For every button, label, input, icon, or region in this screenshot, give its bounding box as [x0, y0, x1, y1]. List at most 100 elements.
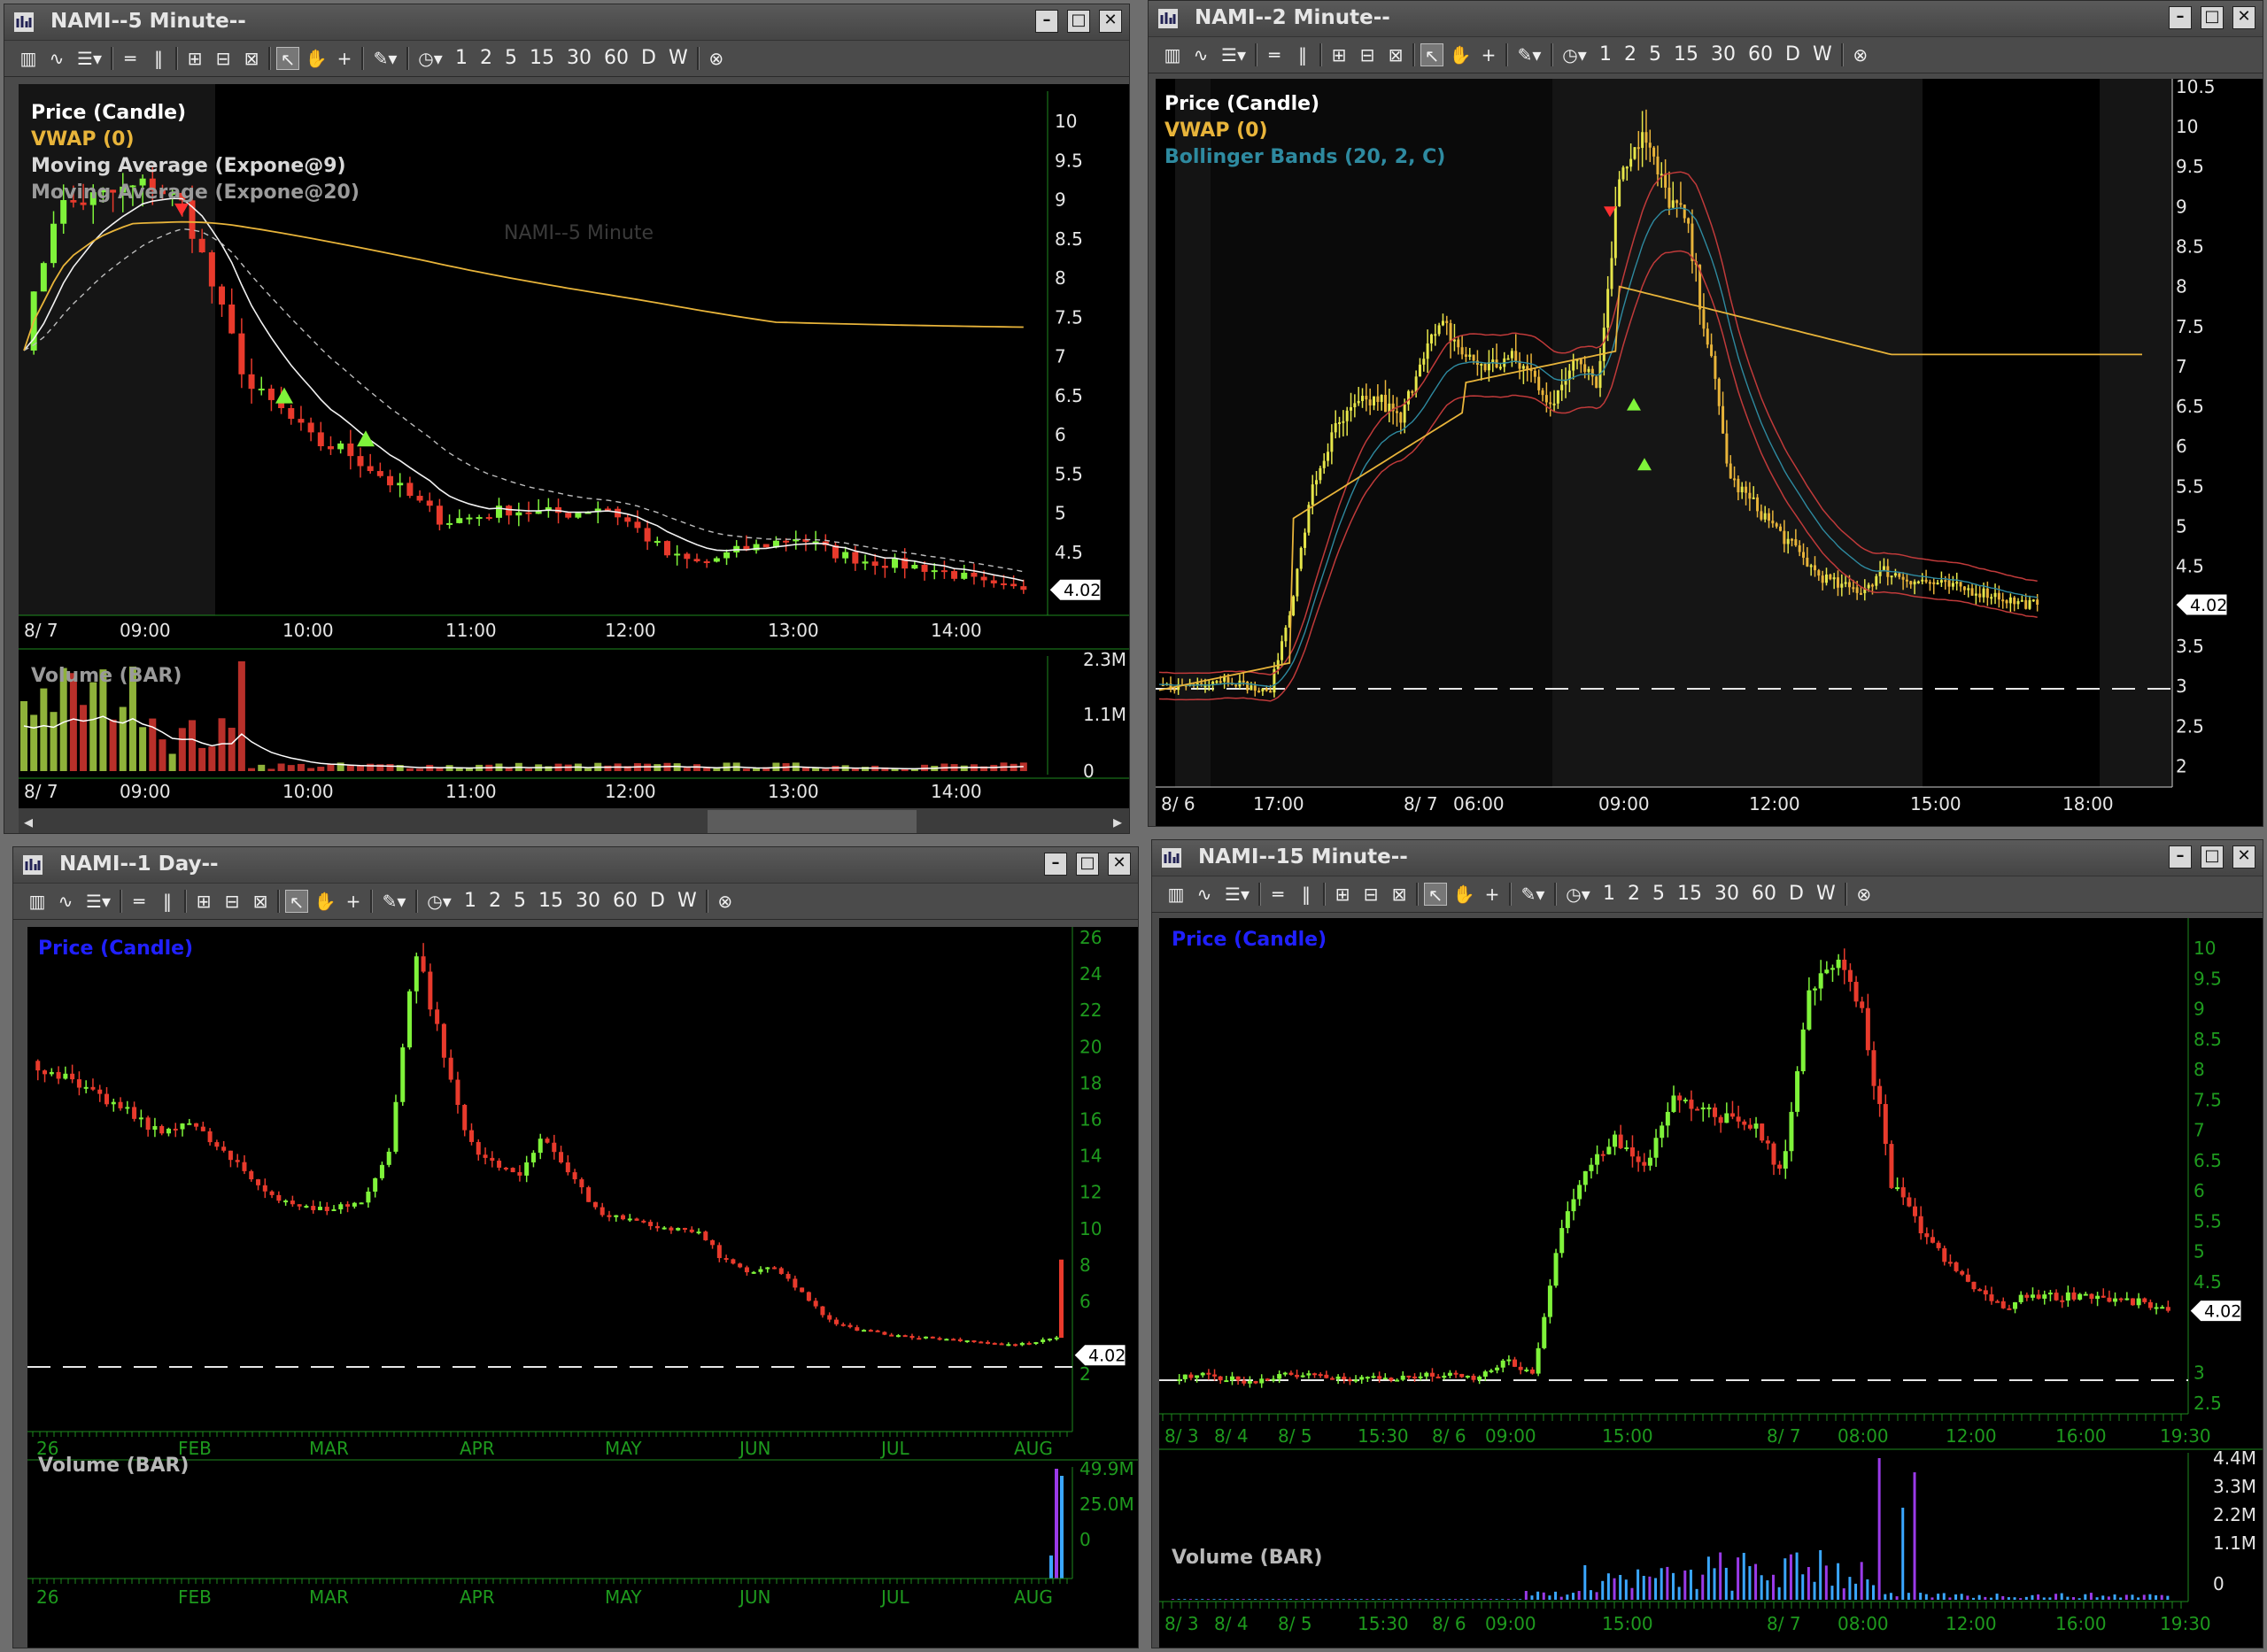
timeframe-button-2[interactable]: 2 [485, 890, 505, 913]
indicator-menu-icon[interactable]: ☰▾ [1221, 883, 1253, 906]
timeframe-button-W[interactable]: W [674, 890, 700, 913]
timeframe-button-1[interactable]: 1 [460, 890, 480, 913]
crosshair-icon[interactable]: + [342, 890, 365, 913]
timeframe-button-5[interactable]: 5 [1645, 43, 1665, 66]
close-button[interactable]: ✕ [1099, 10, 1122, 33]
crosshair-icon[interactable]: + [1477, 43, 1500, 66]
price-chart-2min[interactable]: 10.5 10 9.5 9 8.5 8 7.5 7 6.5 6 5.5 5 4.5 3.5 3 2.5 2 8/ … [1156, 79, 2263, 827]
clock-icon[interactable]: ◷▾ [1559, 43, 1590, 66]
timeframe-button-15[interactable]: 15 [526, 47, 558, 70]
cancel-all-icon[interactable]: ⊗ [1853, 883, 1876, 906]
timeframe-button-5[interactable]: 5 [1649, 883, 1668, 906]
timeframe-button-1[interactable]: 1 [1596, 43, 1615, 66]
timeframe-button-30[interactable]: 30 [1711, 883, 1743, 906]
crosshair-icon[interactable]: + [1481, 883, 1504, 906]
window-titlebar[interactable]: NAMI--1 Day-- – □ ✕ [13, 847, 1138, 884]
maximize-button[interactable]: □ [1067, 10, 1090, 33]
hand-icon[interactable]: ✋ [1449, 43, 1472, 66]
price-panel[interactable]: 10 9.5 9 8.5 8 7.5 7 6.5 6 5.5 5 4.5 3 2.5 8/ 3 8/ 4 8/ … [1159, 918, 2263, 1648]
chart-window-2min[interactable]: NAMI--2 Minute-- – □ ✕ ▥ ∿ ☰▾ ═ ‖ ⊞ ⊟ ⊠ ↖ ✋ + ✎▾ ◷▾ 1 2 5… [1148, 0, 2263, 827]
vertical-lines-icon[interactable]: ‖ [156, 890, 179, 913]
zoom-fit-icon[interactable]: ⊠ [1388, 883, 1411, 906]
horizontal-lines-icon[interactable]: ═ [119, 47, 142, 70]
pointer-icon[interactable]: ↖ [285, 890, 308, 913]
window-titlebar[interactable]: NAMI--5 Minute-- – □ ✕ [4, 4, 1129, 41]
zoom-out-icon[interactable]: ⊟ [221, 890, 244, 913]
clock-icon[interactable]: ◷▾ [414, 47, 446, 70]
zoom-in-icon[interactable]: ⊞ [192, 890, 215, 913]
pencil-icon[interactable]: ✎▾ [369, 47, 401, 70]
minimize-button[interactable]: – [1044, 853, 1067, 876]
cancel-all-icon[interactable]: ⊗ [714, 890, 737, 913]
close-button[interactable]: ✕ [2232, 6, 2255, 29]
timeframe-button-5[interactable]: 5 [510, 890, 530, 913]
maximize-button[interactable]: □ [2201, 845, 2224, 868]
timeframe-button-W[interactable]: W [665, 47, 692, 70]
hand-icon[interactable]: ✋ [1452, 883, 1475, 906]
vertical-lines-icon[interactable]: ‖ [147, 47, 170, 70]
hand-icon[interactable]: ✋ [313, 890, 337, 913]
horizontal-lines-icon[interactable]: ═ [128, 890, 151, 913]
chart-window-15min[interactable]: NAMI--15 Minute-- – □ ✕ ▥ ∿ ☰▾ ═ ‖ ⊞ ⊟ ⊠ ↖ ✋ + ✎▾ ◷▾ 1 2… [1151, 839, 2263, 1648]
cancel-all-icon[interactable]: ⊗ [1849, 43, 1872, 66]
chart-type-icon[interactable]: ▥ [1164, 883, 1188, 906]
timeframe-button-15[interactable]: 15 [535, 890, 567, 913]
window-titlebar[interactable]: NAMI--2 Minute-- – □ ✕ [1149, 1, 2263, 37]
timeframe-button-15[interactable]: 15 [1674, 883, 1706, 906]
minimize-button[interactable]: – [1035, 10, 1058, 33]
pointer-icon[interactable]: ↖ [1420, 43, 1443, 66]
timeframe-button-D[interactable]: D [1785, 883, 1807, 906]
line-style-icon[interactable]: ∿ [1193, 883, 1216, 906]
close-button[interactable]: ✕ [2232, 845, 2255, 868]
chart-window-1day[interactable]: NAMI--1 Day-- – □ ✕ ▥ ∿ ☰▾ ═ ‖ ⊞ ⊟ ⊠ ↖ ✋ + ✎▾ ◷▾ 1 2 5 15 3… [12, 846, 1139, 1648]
chart-type-icon[interactable]: ▥ [1161, 43, 1184, 66]
price-panel[interactable]: 10 9.5 9 8.5 8 7.5 7 6.5 6 5.5 5 4.5 8/ 7 09:00 10:00 1… [19, 84, 1129, 833]
timeframe-button-1[interactable]: 1 [1599, 883, 1619, 906]
zoom-out-icon[interactable]: ⊟ [212, 47, 235, 70]
timeframe-button-30[interactable]: 30 [563, 47, 595, 70]
timeframe-button-60[interactable]: 60 [600, 47, 632, 70]
pointer-icon[interactable]: ↖ [276, 47, 299, 70]
vertical-lines-icon[interactable]: ‖ [1291, 43, 1314, 66]
pencil-icon[interactable]: ✎▾ [1517, 883, 1549, 906]
zoom-fit-icon[interactable]: ⊠ [240, 47, 263, 70]
cancel-all-icon[interactable]: ⊗ [705, 47, 728, 70]
price-chart-1day[interactable]: 26 24 22 20 18 16 14 12 10 8 6 2 26 FEB MAR APR MAY JUN JU… [27, 927, 1139, 1648]
timeframe-button-2[interactable]: 2 [476, 47, 496, 70]
chart-type-icon[interactable]: ▥ [17, 47, 40, 70]
maximize-button[interactable]: □ [1076, 853, 1099, 876]
zoom-out-icon[interactable]: ⊟ [1359, 883, 1382, 906]
horizontal-lines-icon[interactable]: ═ [1263, 43, 1286, 66]
timeframe-button-D[interactable]: D [638, 47, 660, 70]
line-style-icon[interactable]: ∿ [1189, 43, 1212, 66]
timeframe-button-60[interactable]: 60 [1748, 883, 1780, 906]
timeframe-button-2[interactable]: 2 [1621, 43, 1640, 66]
horizontal-lines-icon[interactable]: ═ [1266, 883, 1289, 906]
zoom-in-icon[interactable]: ⊞ [1331, 883, 1354, 906]
line-style-icon[interactable]: ∿ [45, 47, 68, 70]
timeframe-button-D[interactable]: D [1782, 43, 1804, 66]
zoom-out-icon[interactable]: ⊟ [1356, 43, 1379, 66]
close-button[interactable]: ✕ [1108, 853, 1131, 876]
line-style-icon[interactable]: ∿ [54, 890, 77, 913]
timeframe-button-1[interactable]: 1 [452, 47, 471, 70]
vertical-lines-icon[interactable]: ‖ [1295, 883, 1318, 906]
crosshair-icon[interactable]: + [333, 47, 356, 70]
minimize-button[interactable]: – [2169, 845, 2192, 868]
indicator-menu-icon[interactable]: ☰▾ [82, 890, 114, 913]
timeframe-button-5[interactable]: 5 [501, 47, 521, 70]
pointer-icon[interactable]: ↖ [1424, 883, 1447, 906]
timeframe-button-W[interactable]: W [1813, 883, 1839, 906]
zoom-fit-icon[interactable]: ⊠ [1384, 43, 1407, 66]
timeframe-button-15[interactable]: 15 [1670, 43, 1702, 66]
window-titlebar[interactable]: NAMI--15 Minute-- – □ ✕ [1152, 840, 2263, 876]
timeframe-button-60[interactable]: 60 [1745, 43, 1776, 66]
timeframe-button-D[interactable]: D [646, 890, 669, 913]
indicator-menu-icon[interactable]: ☰▾ [1218, 43, 1250, 66]
indicator-menu-icon[interactable]: ☰▾ [74, 47, 105, 70]
pencil-icon[interactable]: ✎▾ [1513, 43, 1545, 66]
zoom-in-icon[interactable]: ⊞ [183, 47, 206, 70]
hand-icon[interactable]: ✋ [305, 47, 328, 70]
minimize-button[interactable]: – [2169, 6, 2192, 29]
zoom-in-icon[interactable]: ⊞ [1327, 43, 1350, 66]
